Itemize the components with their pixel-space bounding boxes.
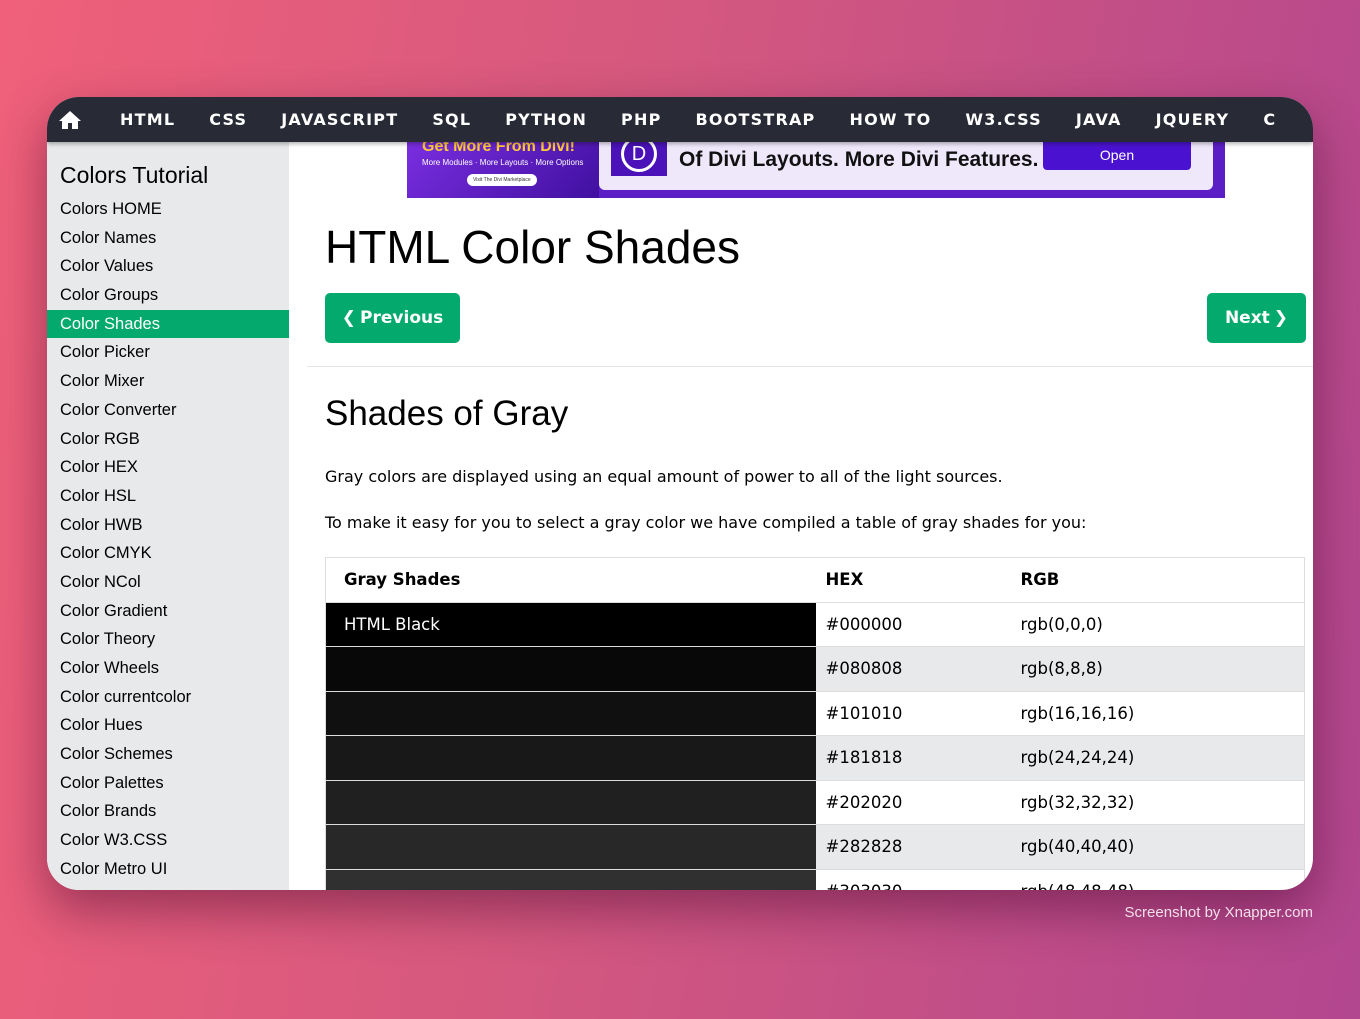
rgb-cell: rgb(8,8,8) <box>1010 646 1305 692</box>
nav-php[interactable]: PHP <box>604 97 678 142</box>
rgb-cell: rgb(24,24,24) <box>1010 735 1305 781</box>
nav-jquery[interactable]: JQUERY <box>1139 97 1247 142</box>
sidebar-item-color-cmyk[interactable]: Color CMYK <box>47 539 289 568</box>
sidebar: Colors Tutorial Colors HOME Color Names Co… <box>47 142 289 890</box>
sidebar-item-color-gradient[interactable]: Color Gradient <box>47 597 289 626</box>
nav-html[interactable]: HTML <box>103 97 192 142</box>
rgb-cell: rgb(40,40,40) <box>1010 824 1305 870</box>
next-button[interactable]: Next ❯ <box>1207 293 1306 343</box>
chevron-right-icon: ❯ <box>1273 308 1289 328</box>
sidebar-item-color-wheels[interactable]: Color Wheels <box>47 654 289 683</box>
sidebar-item-color-hsl[interactable]: Color HSL <box>47 482 289 511</box>
gray-shades-table: Gray Shades HEX RGB HTML Black #000000 rgb(0… <box>325 557 1305 890</box>
sidebar-item-color-palettes[interactable]: Color Palettes <box>47 769 289 798</box>
sidebar-item-colors-home[interactable]: Colors HOME <box>47 195 289 224</box>
nav-bootstrap[interactable]: BOOTSTRAP <box>679 97 833 142</box>
table-row: HTML Black #000000 rgb(0,0,0) <box>325 602 1305 647</box>
sidebar-title: Colors Tutorial <box>60 162 209 188</box>
previous-button[interactable]: ❮ Previous <box>325 293 460 343</box>
sidebar-item-color-names[interactable]: Color Names <box>47 224 289 253</box>
rgb-cell: rgb(16,16,16) <box>1010 691 1305 736</box>
sidebar-item-color-values[interactable]: Color Values <box>47 252 289 281</box>
hex-cell: #282828 <box>815 824 1011 870</box>
sidebar-item-color-hwb[interactable]: Color HWB <box>47 511 289 540</box>
sidebar-item-color-groups[interactable]: Color Groups <box>47 281 289 310</box>
hex-cell: #000000 <box>815 602 1011 647</box>
rgb-cell: rgb(32,32,32) <box>1010 780 1305 825</box>
swatch-cell <box>325 735 816 781</box>
nav-java[interactable]: JAVA <box>1059 97 1139 142</box>
chevron-left-icon: ❮ <box>341 308 357 328</box>
header-hex: HEX <box>815 557 1011 603</box>
sidebar-item-color-rgb[interactable]: Color RGB <box>47 425 289 454</box>
header-gray-shades: Gray Shades <box>325 557 816 603</box>
sidebar-item-color-ncol[interactable]: Color NCol <box>47 568 289 597</box>
next-label: Next <box>1224 308 1270 328</box>
home-icon[interactable] <box>47 97 93 142</box>
hex-cell: #181818 <box>815 735 1011 781</box>
table-row: #202020 rgb(32,32,32) <box>325 780 1305 825</box>
ad-headline: Of Divi Layouts. More Divi Features. <box>679 148 1039 171</box>
watermark: Screenshot by Xnapper.com <box>1124 904 1313 921</box>
sidebar-item-color-brands[interactable]: Color Brands <box>47 797 289 826</box>
paragraph-1: Gray colors are displayed using an equal… <box>325 467 1003 486</box>
sidebar-item-color-hues[interactable]: Color Hues <box>47 711 289 740</box>
table-row: #282828 rgb(40,40,40) <box>325 824 1305 870</box>
divi-logo: D <box>611 136 667 176</box>
sidebar-item-color-schemes[interactable]: Color Schemes <box>47 740 289 769</box>
sidebar-item-color-picker[interactable]: Color Picker <box>47 338 289 367</box>
ad-banner[interactable]: Get More From Divi! More Modules · More L… <box>407 136 1225 198</box>
sidebar-item-color-mixer[interactable]: Color Mixer <box>47 367 289 396</box>
nav-w3-css[interactable]: W3.CSS <box>948 97 1058 142</box>
hex-cell: #303030 <box>815 869 1011 890</box>
sidebar-item-color-converter[interactable]: Color Converter <box>47 396 289 425</box>
nav-sql[interactable]: SQL <box>415 97 488 142</box>
sidebar-item-color-w3-css[interactable]: Color W3.CSS <box>47 826 289 855</box>
sidebar-item-color-currentcolor[interactable]: Color currentcolor <box>47 683 289 712</box>
swatch-cell <box>325 691 816 736</box>
browser-window: HTML CSS JAVASCRIPT SQL PYTHON PHP BOOTSTRAP HO… <box>47 97 1313 890</box>
ad-cta[interactable]: Visit The Divi Marketplace <box>467 174 537 186</box>
table-row: #101010 rgb(16,16,16) <box>325 691 1305 736</box>
sidebar-item-color-metro-ui[interactable]: Color Metro UI <box>47 855 289 884</box>
table-row: #181818 rgb(24,24,24) <box>325 735 1305 781</box>
swatch-cell <box>325 824 816 870</box>
table-row: #303030rgb(48,48,48) <box>325 869 1305 890</box>
main-content: Get More From Divi! More Modules · More L… <box>289 136 1313 890</box>
swatch-cell <box>325 780 816 825</box>
page-title: HTML Color Shades <box>325 221 741 273</box>
previous-label: Previous <box>360 308 444 328</box>
divider <box>307 366 1313 367</box>
nav-javascript[interactable]: JAVASCRIPT <box>264 97 415 142</box>
rgb-cell: rgb(0,0,0) <box>1010 602 1305 647</box>
paragraph-2: To make it easy for you to select a gray… <box>325 513 1087 532</box>
header-rgb: RGB <box>1010 557 1305 603</box>
rgb-cell: rgb(48,48,48) <box>1010 869 1305 890</box>
ad-open-button[interactable]: Open <box>1043 142 1191 170</box>
sidebar-item-color-theory[interactable]: Color Theory <box>47 625 289 654</box>
nav-python[interactable]: PYTHON <box>488 97 604 142</box>
hex-cell: #080808 <box>815 646 1011 692</box>
nav-c[interactable]: C <box>1246 97 1293 142</box>
swatch-cell: HTML Black <box>325 602 816 647</box>
hex-cell: #101010 <box>815 691 1011 736</box>
nav-how-to[interactable]: HOW TO <box>832 97 948 142</box>
table-row: #080808 rgb(8,8,8) <box>325 646 1305 692</box>
nav-css[interactable]: CSS <box>192 97 264 142</box>
hex-cell: #202020 <box>815 780 1011 825</box>
top-nav: HTML CSS JAVASCRIPT SQL PYTHON PHP BOOTSTRAP HO… <box>47 97 1313 142</box>
sidebar-item-color-hex[interactable]: Color HEX <box>47 453 289 482</box>
swatch-cell <box>325 646 816 692</box>
sidebar-item-color-shades[interactable]: Color Shades <box>47 309 289 339</box>
section-title: Shades of Gray <box>325 394 569 433</box>
swatch-cell <box>325 869 816 890</box>
ad-subtitle: More Modules · More Layouts · More Optio… <box>422 158 584 167</box>
